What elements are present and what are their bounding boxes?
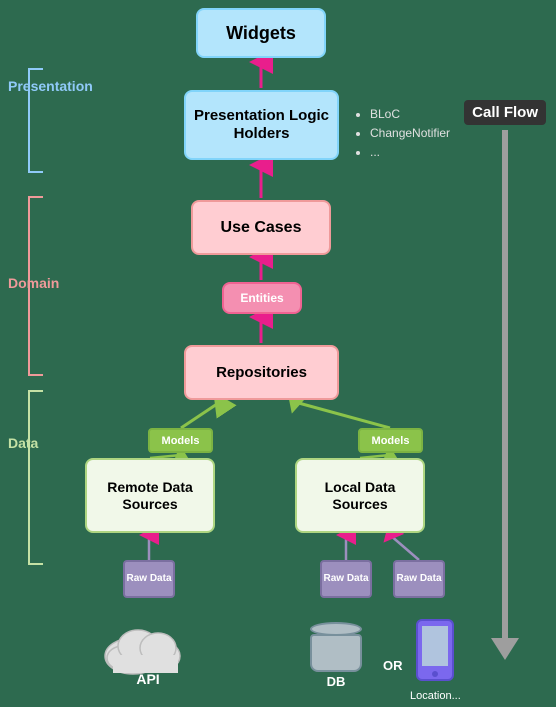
callflow-label: Call Flow (464, 100, 546, 125)
usecases-box: Use Cases (191, 200, 331, 255)
db-label: DB (327, 674, 346, 689)
presentation-label: Presentation (8, 78, 93, 94)
bullet-ellipsis: ... (370, 143, 450, 162)
repositories-box: Repositories (184, 345, 339, 400)
phone-container: Location... (410, 618, 461, 702)
rawdata-1-box: Raw Data (123, 560, 175, 598)
entities-label: Entities (240, 291, 283, 305)
arrow-head (491, 638, 519, 660)
location-label: Location... (410, 690, 461, 702)
rawdata-3-label: Raw Data (396, 573, 441, 585)
local-datasources-box: Local Data Sources (295, 458, 425, 533)
rawdata-1-label: Raw Data (126, 573, 171, 585)
or-label: OR (383, 658, 403, 673)
remote-datasources-box: Remote Data Sources (85, 458, 215, 533)
remote-datasources-label: Remote Data Sources (87, 479, 213, 513)
bullet-changenotifier: ChangeNotifier (370, 124, 450, 143)
data-label: Data (8, 435, 38, 451)
db-container: DB (310, 620, 362, 689)
rawdata-2-label: Raw Data (323, 573, 368, 585)
models-left-box: Models (148, 428, 213, 453)
usecases-label: Use Cases (221, 219, 302, 237)
callflow-arrow (491, 130, 519, 660)
entities-box: Entities (222, 282, 302, 314)
domain-label: Domain (8, 275, 59, 291)
local-datasources-label: Local Data Sources (297, 479, 423, 513)
widgets-label: Widgets (226, 23, 296, 44)
plh-label: Presentation Logic Holders (186, 107, 337, 143)
plh-box: Presentation Logic Holders (184, 90, 339, 160)
arrow-shaft (502, 130, 508, 638)
bullets-list: BLoC ChangeNotifier ... (352, 105, 450, 163)
models-right-label: Models (372, 435, 410, 447)
callflow-container: Call Flow (464, 100, 546, 660)
repositories-label: Repositories (216, 364, 307, 381)
api-cloud: API (103, 618, 193, 687)
bullet-bloc: BLoC (370, 105, 450, 124)
rawdata-2-box: Raw Data (320, 560, 372, 598)
diagram-container: Presentation Domain Data Widgets Present… (0, 0, 556, 707)
models-left-label: Models (162, 435, 200, 447)
data-bracket (28, 390, 43, 565)
db-body (310, 634, 362, 672)
phone-icon (414, 618, 456, 686)
models-right-box: Models (358, 428, 423, 453)
rawdata-3-box: Raw Data (393, 560, 445, 598)
widgets-box: Widgets (196, 8, 326, 58)
